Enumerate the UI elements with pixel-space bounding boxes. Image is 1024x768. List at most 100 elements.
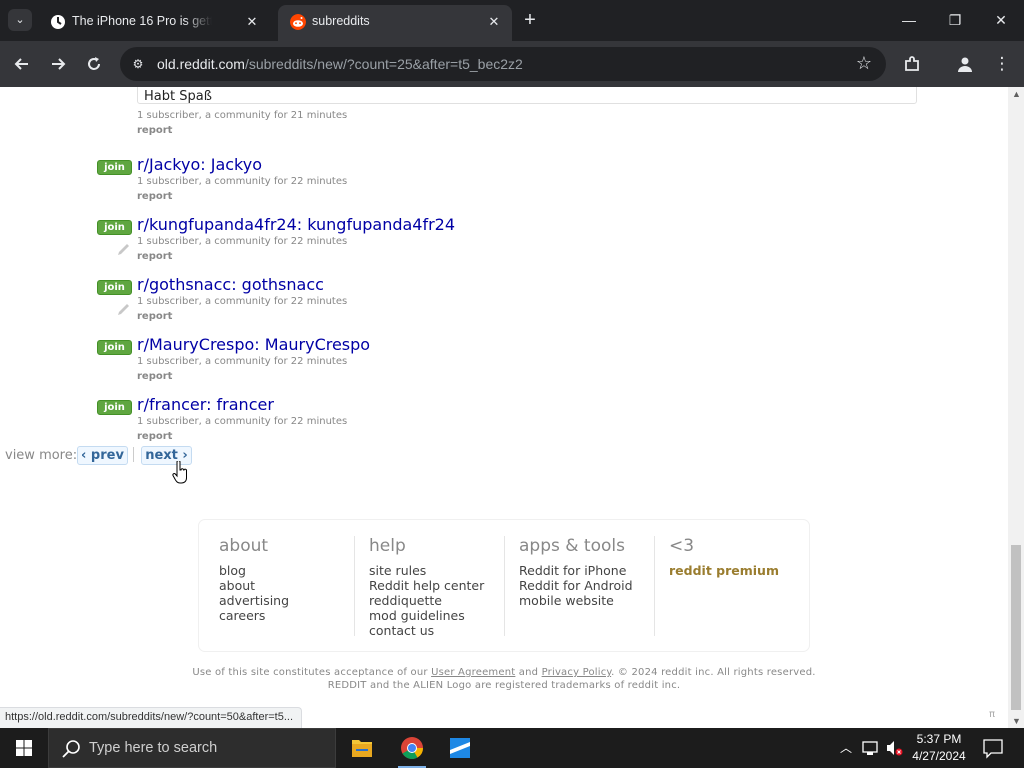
join-button[interactable]: join [97,160,132,175]
scroll-down-icon[interactable]: ▼ [1012,716,1021,726]
subreddit-link[interactable]: r/gothsnacc: gothsnacc [137,275,324,294]
back-button[interactable] [8,50,36,78]
extensions-button[interactable] [898,50,926,78]
address-bar[interactable]: ⚙ old.reddit.com/subreddits/new/?count=2… [120,47,886,81]
footer-link[interactable]: careers [219,608,354,623]
subreddit-entry: join r/francer: francer 1 subscriber, a … [0,387,1008,447]
new-tab-button[interactable]: + [519,9,541,31]
footer-col-apps: apps & tools Reddit for iPhone Reddit fo… [504,536,654,636]
tab-strip: ⌄ The iPhone 16 Pro is getting ev ✕ subr… [0,0,1024,41]
footer-link[interactable]: Reddit help center [369,578,504,593]
join-button[interactable]: join [97,400,132,415]
volume-tray-button[interactable] [884,728,904,768]
footer-link[interactable]: contact us [369,623,504,638]
start-button[interactable] [0,728,48,768]
subreddit-meta: 1 subscriber, a community for 21 minutes [137,110,348,121]
footer-link[interactable]: Reddit for Android [519,578,654,593]
subreddit-link[interactable]: r/MauryCrespo: MauryCrespo [137,335,370,354]
forward-button[interactable] [44,50,72,78]
subreddit-link[interactable]: r/Jackyo: Jackyo [137,155,262,174]
join-button[interactable]: join [97,340,132,355]
footer-link[interactable]: site rules [369,563,504,578]
tab-search-button[interactable]: ⌄ [8,9,32,31]
chrome-taskbar-button[interactable] [388,728,436,768]
network-tray-button[interactable] [860,728,880,768]
site-favicon-icon [51,15,65,29]
windows-taskbar: Type here to search ︿ 5:37 PM 4/27/2024 [0,728,1024,768]
clock-date: 4/27/2024 [912,749,966,763]
footer-link[interactable]: mobile website [519,593,654,608]
footer-link[interactable]: about [219,578,354,593]
subreddit-meta: 1 subscriber, a community for 22 minutes [137,236,348,247]
subreddit-entry: join r/kungfupanda4fr24: kungfupanda4fr2… [0,207,1008,267]
tab-subreddits[interactable]: subreddits ✕ [278,5,512,41]
show-hidden-icons-button[interactable]: ︿ [838,728,854,768]
scroll-up-icon[interactable]: ▲ [1012,89,1021,99]
report-link[interactable]: report [137,431,172,442]
chevron-up-icon: ︿ [840,741,853,755]
clock-time: 5:37 PM [916,732,962,746]
search-icon [62,740,80,758]
join-button[interactable]: join [97,220,132,235]
tab-title: The iPhone 16 Pro is getting ev [72,14,212,28]
join-button[interactable]: join [97,280,132,295]
pi-link[interactable]: π [989,709,995,720]
close-window-button[interactable]: ✕ [978,0,1024,40]
arrow-right-icon [52,58,66,70]
footer-heading: about [219,536,269,556]
privacy-policy-link[interactable]: Privacy Policy [542,667,612,678]
notifications-button[interactable] [978,728,1008,768]
user-agreement-link[interactable]: User Agreement [431,667,515,678]
profile-button[interactable] [951,50,979,78]
footer-heading: help [369,536,406,556]
prev-button[interactable]: ‹ prev [77,446,128,465]
report-link[interactable]: report [137,311,172,322]
chrome-menu-button[interactable]: ⋮ [988,50,1016,78]
app-taskbar-button[interactable] [436,728,484,768]
hand-cursor-icon [172,461,187,484]
file-explorer-taskbar-button[interactable] [338,728,386,768]
footer-link[interactable]: Reddit for iPhone [519,563,654,578]
site-info-icon[interactable]: ⚙ [129,55,147,73]
subreddit-entry: join r/Jackyo: Jackyo 1 subscriber, a co… [0,147,1008,207]
trademark-text: REDDIT and the ALIEN Logo are registered… [327,680,681,691]
page-content: Habt Spaß 1 subscriber, a community for … [0,87,1008,728]
tab-iphone-article[interactable]: The iPhone 16 Pro is getting ev ✕ [38,5,270,41]
subreddit-link[interactable]: r/francer: francer [137,395,274,414]
restore-button[interactable]: ❐ [932,0,978,40]
reload-icon [88,57,100,70]
footer-link[interactable]: blog [219,563,354,578]
footer-link[interactable]: reddiquette [369,593,504,608]
subreddit-entry: join r/gothsnacc: gothsnacc 1 subscriber… [0,267,1008,327]
network-icon [862,741,878,755]
scrollbar-thumb[interactable] [1011,545,1021,710]
site-footer: about blog about advertising careers hel… [198,519,810,652]
report-link[interactable]: report [137,125,172,136]
subreddit-meta: 1 subscriber, a community for 22 minutes [137,296,348,307]
pencil-icon[interactable] [117,303,130,316]
footer-link[interactable]: mod guidelines [369,608,504,623]
page-scrollbar[interactable]: ▲ ▼ [1008,87,1024,728]
report-link[interactable]: report [137,191,172,202]
view-more-label: view more: [5,448,78,463]
footer-link[interactable]: advertising [219,593,354,608]
bookmark-star-icon[interactable]: ☆ [856,53,872,74]
minimize-button[interactable]: — [886,0,932,40]
profile-icon [958,57,972,72]
close-tab-icon[interactable]: ✕ [242,12,262,32]
taskbar-clock[interactable]: 5:37 PM 4/27/2024 [905,731,973,765]
subreddit-meta: 1 subscriber, a community for 22 minutes [137,416,348,427]
subreddit-meta: 1 subscriber, a community for 22 minutes [137,176,348,187]
chevron-down-icon: ⌄ [15,14,25,26]
report-link[interactable]: report [137,251,172,262]
report-link[interactable]: report [137,371,172,382]
kebab-menu-icon: ⋮ [993,54,1011,73]
subreddit-link[interactable]: r/kungfupanda4fr24: kungfupanda4fr24 [137,215,455,234]
reload-button[interactable] [80,50,108,78]
folder-icon [352,740,372,757]
windows-logo-icon [16,740,32,756]
close-tab-icon[interactable]: ✕ [484,12,504,32]
taskbar-search-box[interactable]: Type here to search [48,728,336,768]
pencil-icon[interactable] [117,243,130,256]
reddit-premium-link[interactable]: reddit premium [669,563,794,578]
